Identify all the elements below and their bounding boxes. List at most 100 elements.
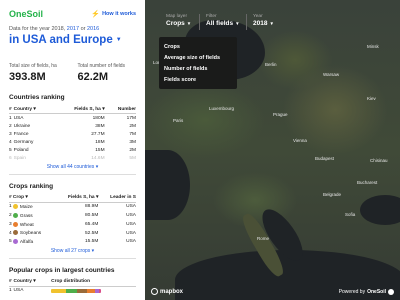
onesoil-icon [388,289,394,295]
col-country[interactable]: Country ▾ [13,105,52,114]
year-2017-link[interactable]: 2017 [67,26,79,32]
how-it-works-link[interactable]: ⚡ How it works [91,10,136,18]
crop-name: Grass [19,213,33,219]
stat-total-number-label: Total number of fields [77,63,126,69]
crop-name: Soybeans [19,231,42,237]
city-label: Minsk [367,44,379,49]
cell-area: 180M [92,115,105,121]
cell-crop: Wheat [12,220,54,229]
menu-item-crops[interactable]: Crops [159,41,237,52]
cell-area: 15M [95,147,105,153]
col-leader[interactable]: Leader in S [98,193,136,203]
year-label: Year [253,14,263,19]
table-row[interactable]: 4 Soybeans 52.5M USA [9,229,136,238]
cell-number: 3M [129,139,136,145]
cell-leader: USA [126,221,136,227]
powered-by-label: Powered by [338,289,366,295]
city-label: Paris [173,118,184,123]
cell-leader: USA [126,239,136,245]
city-label: Belgrade [323,192,342,197]
cell-area: 88.9M [85,204,99,210]
cell-leader: USA [126,213,136,219]
table-row[interactable]: 6 Spain 14.6M 5M [9,154,136,162]
cell-area: 65.4M [85,221,99,227]
chevron-down-icon: ▼ [115,37,122,43]
map-canvas[interactable]: London Amsterdam Berlin Warsaw Paris Lux… [145,0,400,300]
table-row[interactable]: 4 Germany 18M 3M [9,138,136,146]
crops-ranking-title: Crops ranking [9,182,54,190]
menu-item-number-of-fields[interactable]: Number of fields [159,63,237,74]
col-area[interactable]: Fields S, ha ▾ [54,193,99,203]
show-all-countries-link[interactable]: Show all 44 countries ▾ [0,164,145,172]
col-country[interactable]: Country ▾ [13,277,52,287]
stat-total-size-label: Total size of fields, ha [9,63,57,69]
menu-item-average-size[interactable]: Average size of fields [159,52,237,63]
cell-country: USA [13,288,24,294]
region-label: in USA and Europe [9,34,113,46]
cell-country: France [13,131,29,137]
map-layer-selector[interactable]: Map layer Crops ▼ [161,11,196,30]
table-row[interactable]: 1 USA [9,286,136,295]
cell-leader: USA [126,230,136,236]
cell-crop: Soybeans [12,229,54,238]
col-area[interactable]: Fields S, ha ▾ [51,105,105,114]
mapbox-label: mapbox [160,288,184,295]
filter-selector[interactable]: Filter All fields ▼ [201,11,245,30]
map-layer-value: Crops [166,20,185,27]
cell-number: 17M [126,115,136,121]
table-row[interactable]: 5 Poland 15M 2M [9,146,136,154]
cell-area: 38M [95,123,105,129]
map-layer-dropdown: Crops Average size of fields Number of f… [159,37,237,89]
crop-distribution-segment [98,288,102,293]
table-row[interactable]: 2 Grass 80.5M USA [9,211,136,220]
powered-by[interactable]: Powered by OneSoil [339,289,394,295]
region-selector[interactable]: in USA and Europe ▼ [0,32,145,46]
menu-item-fields-score[interactable]: Fields score [159,74,237,85]
chevron-down-icon: ▼ [186,21,192,26]
cell-crop: Alfalfa [12,238,54,247]
divider [246,14,247,30]
show-all-crops-link[interactable]: Show all 27 crops ▾ [0,248,145,256]
crops-table: # Crop ▾ Fields S, ha ▾ Leader in S 1 Mai… [9,193,136,247]
cell-country: Poland [13,147,29,153]
cell-country: Ukraine [13,123,31,129]
cell-area: 80.5M [85,213,99,219]
cell-number: 7M [129,131,136,137]
table-row[interactable]: 3 France 27.7M 7M [9,130,136,138]
city-label: Prague [273,112,288,117]
cell-area: 27.7M [91,131,105,137]
divider [9,258,136,259]
crop-name: Alfalfa [19,239,34,245]
table-row[interactable]: 3 Wheat 65.4M USA [9,220,136,229]
mapbox-logo[interactable]: mapbox [151,288,183,295]
city-label: Berlin [265,62,277,67]
cell-country: USA [13,115,24,121]
city-label: Rome [257,236,270,241]
city-label: Vienna [293,138,307,143]
year-selector[interactable]: Year 2018 ▼ [248,11,279,30]
col-number[interactable]: Number [104,105,136,114]
countries-ranking-title: Countries ranking [9,94,65,101]
powered-by-brand: OneSoil [367,289,386,295]
table-row[interactable]: 1 USA 180M 17M [9,114,136,123]
cell-area: 14.6M [91,155,105,161]
crop-color-icon [12,239,18,245]
city-label: Sofia [345,212,356,217]
year-2016-link[interactable]: 2016 [87,26,99,32]
water-black-sea [360,195,400,225]
city-label: Budapest [315,156,335,161]
cell-number: 2M [129,147,136,153]
stat-total-size: Total size of fields, ha 393.8M [9,63,68,83]
countries-table: # Country ▾ Fields S, ha ▾ Number 1 USA 18… [9,105,136,162]
table-row[interactable]: 1 Maize 88.9M USA [9,202,136,211]
cell-area: 15.5M [85,239,99,245]
cell-area: 52.5M [85,230,99,236]
chevron-down-icon: ▼ [235,21,240,26]
onesoil-logo[interactable]: OneSoil [9,9,43,19]
map-layer-label: Map layer [166,14,188,19]
col-crop[interactable]: Crop ▾ [12,193,55,203]
year-or: or [80,26,86,32]
table-row[interactable]: 5 Alfalfa 15.5M USA [9,238,136,247]
table-row[interactable]: 2 Ukraine 38M 2M [9,122,136,130]
stat-total-size-value: 393.8M [9,71,46,83]
